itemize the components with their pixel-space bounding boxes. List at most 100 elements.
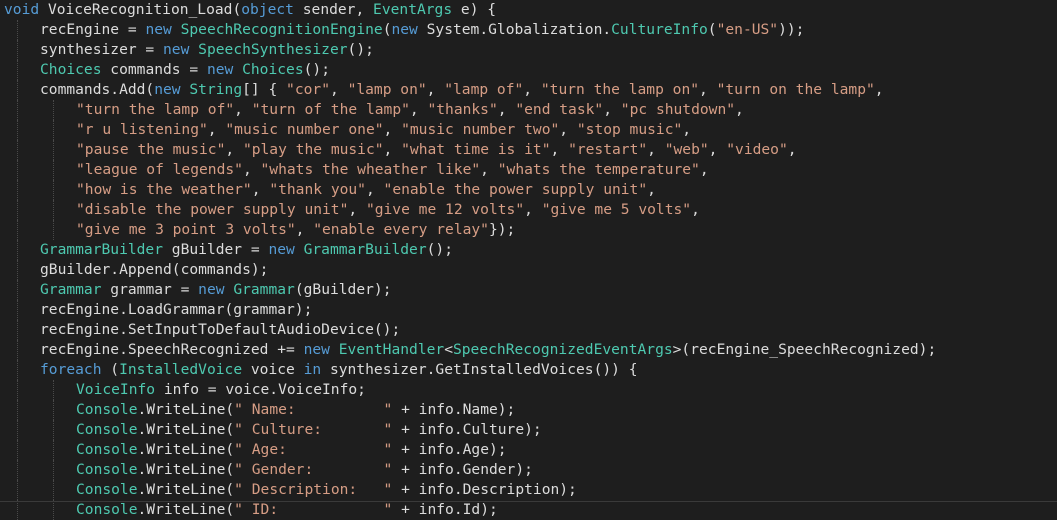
code-token: ,	[383, 141, 402, 158]
string-token: "turn of the lamp"	[251, 101, 410, 118]
code-line-content: void VoiceRecognition_Load(object sender…	[4, 1, 496, 18]
code-line[interactable]: VoiceInfo info = voice.VoiceInfo;	[0, 380, 1057, 400]
indent-guide	[17, 220, 18, 240]
code-token: ,	[348, 201, 366, 218]
code-editor[interactable]: void VoiceRecognition_Load(object sender…	[0, 0, 1057, 520]
type-token: CultureInfo	[611, 21, 708, 38]
code-lines[interactable]: void VoiceRecognition_Load(object sender…	[0, 0, 1057, 520]
indent-guide	[53, 420, 54, 440]
indent-guide	[53, 140, 54, 160]
code-line[interactable]: Console.WriteLine(" ID: " + info.Id);	[0, 500, 1057, 520]
code-line[interactable]: Console.WriteLine(" Gender: " + info.Gen…	[0, 460, 1057, 480]
code-token: ,	[409, 101, 428, 118]
code-token: .WriteLine(	[137, 401, 235, 418]
code-line[interactable]: Choices commands = new Choices();	[0, 60, 1057, 80]
code-line-content: "league of legends", "whats the wheather…	[4, 161, 709, 178]
code-line[interactable]: GrammarBuilder gBuilder = new GrammarBui…	[0, 240, 1057, 260]
indent-guide	[53, 460, 54, 480]
string-token: "turn the lamp of"	[76, 101, 235, 118]
string-token: "whats the temperature"	[497, 161, 700, 178]
string-token: "enable the power supply unit"	[383, 181, 648, 198]
code-line-content: VoiceInfo info = voice.VoiceInfo;	[4, 381, 366, 398]
code-line[interactable]: Console.WriteLine(" Culture: " + info.Cu…	[0, 420, 1057, 440]
indent-guide	[17, 440, 18, 460]
code-token: ,	[559, 121, 577, 138]
indent-guide	[53, 500, 54, 520]
code-token: ,	[708, 141, 727, 158]
current-line-highlight	[0, 501, 1057, 502]
keyword-token: in	[303, 361, 322, 378]
code-line[interactable]: gBuilder.Append(commands);	[0, 260, 1057, 280]
code-token: ,	[682, 121, 692, 138]
code-token: recEngine =	[40, 21, 146, 38]
string-token: "music number two"	[401, 121, 560, 138]
code-line-content: synthesizer = new SpeechSynthesizer();	[4, 41, 374, 58]
code-line[interactable]: Console.WriteLine(" Age: " + info.Age);	[0, 440, 1057, 460]
code-token: ,	[699, 161, 709, 178]
string-token: "enable every relay"	[313, 221, 489, 238]
type-token: Grammar	[40, 281, 102, 298]
string-token: "what time is it"	[401, 141, 551, 158]
code-line[interactable]: "turn the lamp of", "turn of the lamp", …	[0, 100, 1057, 120]
code-token: + info.Description);	[392, 481, 577, 498]
string-token: "play the music"	[242, 141, 384, 158]
type-token: GrammarBuilder	[303, 241, 427, 258]
string-token: "video"	[726, 141, 788, 158]
code-line[interactable]: recEngine = new SpeechRecognitionEngine (…	[0, 20, 1057, 40]
code-line-content: foreach (InstalledVoice voice in synthes…	[4, 361, 638, 378]
code-line[interactable]: foreach (InstalledVoice voice in synthes…	[0, 360, 1057, 380]
code-line-content: Console.WriteLine(" Description: " + inf…	[4, 481, 577, 498]
code-token: commands.Add(	[40, 81, 155, 98]
indent-guide	[17, 140, 18, 160]
string-token: "stop music"	[576, 121, 683, 138]
code-token: ,	[497, 101, 516, 118]
code-token: System.Globalization.	[417, 21, 612, 38]
code-line[interactable]: commands.Add(new String[] { "cor", "lamp…	[0, 80, 1057, 100]
code-line[interactable]: synthesizer = new SpeechSynthesizer();	[0, 40, 1057, 60]
code-token: + info.Name);	[392, 401, 516, 418]
indent-guide	[53, 380, 54, 400]
string-token: "lamp of"	[444, 81, 524, 98]
string-token: "r u listening"	[76, 121, 208, 138]
string-token: "web"	[664, 141, 709, 158]
indent-guide	[17, 500, 18, 520]
code-line[interactable]: Console.WriteLine(" Name: " + info.Name)…	[0, 400, 1057, 420]
code-line[interactable]: "pause the music", "play the music", "wh…	[0, 140, 1057, 160]
string-token: " Gender: "	[234, 461, 393, 478]
indent-guide	[17, 120, 18, 140]
code-line[interactable]: recEngine.LoadGrammar(grammar);	[0, 300, 1057, 320]
code-line[interactable]: "disable the power supply unit", "give m…	[0, 200, 1057, 220]
code-line[interactable]: "r u listening", "music number one", "mu…	[0, 120, 1057, 140]
code-line-content: Console.WriteLine(" Name: " + info.Name)…	[4, 401, 515, 418]
code-line[interactable]: void VoiceRecognition_Load(object sender…	[0, 0, 1057, 20]
type-token: SpeechRecognitionEngine	[180, 21, 383, 38]
code-line[interactable]: Console.WriteLine(" Description: " + inf…	[0, 480, 1057, 500]
indent-guide	[17, 100, 18, 120]
string-token: "give me 12 volts"	[365, 201, 525, 218]
code-token: ();	[426, 241, 453, 258]
keyword-token: new	[154, 81, 181, 98]
string-token: "music number one"	[225, 121, 384, 138]
code-line[interactable]: recEngine.SetInputToDefaultAudioDevice()…	[0, 320, 1057, 340]
code-line-content: "pause the music", "play the music", "wh…	[4, 141, 797, 158]
code-token: sender,	[293, 1, 374, 18]
code-token: ,	[207, 121, 226, 138]
code-token: .WriteLine(	[137, 481, 235, 498]
code-token: ,	[426, 81, 445, 98]
type-token: Console	[76, 481, 138, 498]
code-line[interactable]: "how is the weather", "thank you", "enab…	[0, 180, 1057, 200]
code-line[interactable]: "league of legends", "whats the wheather…	[0, 160, 1057, 180]
string-token: "lamp on"	[347, 81, 427, 98]
code-token: (gBuilder);	[294, 281, 392, 298]
keyword-token: new	[391, 21, 418, 38]
keyword-token: new	[268, 241, 295, 258]
code-token: ,	[225, 141, 243, 158]
indent-guide	[17, 280, 18, 300]
code-line[interactable]: recEngine.SpeechRecognized += new EventH…	[0, 340, 1057, 360]
indent-guide	[53, 100, 54, 120]
code-line[interactable]: "give me 3 point 3 volts", "enable every…	[0, 220, 1057, 240]
string-token: " Age: "	[234, 441, 393, 458]
code-line[interactable]: Grammar grammar = new Grammar(gBuilder);	[0, 280, 1057, 300]
string-token: "how is the weather"	[76, 181, 252, 198]
